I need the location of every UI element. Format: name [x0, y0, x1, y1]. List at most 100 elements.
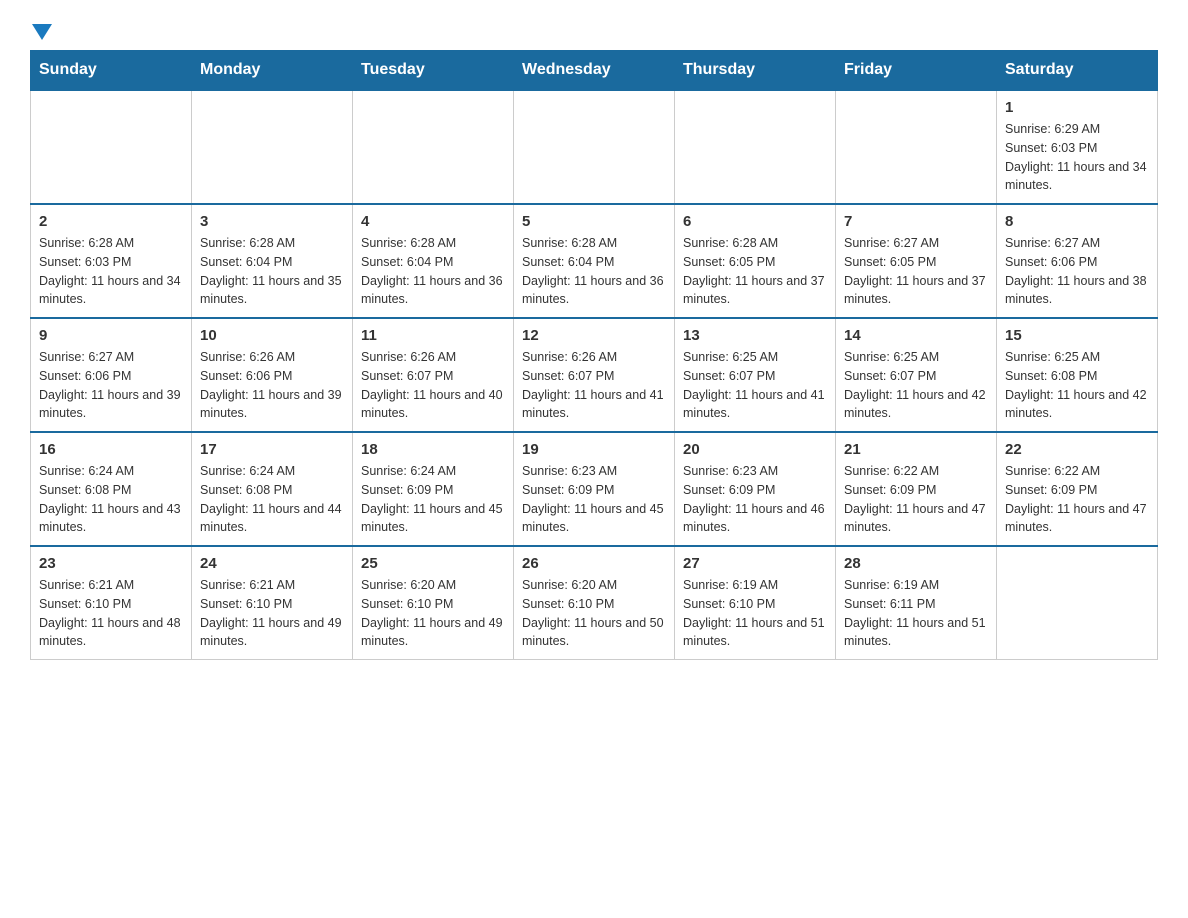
calendar-cell: 18 Sunrise: 6:24 AMSunset: 6:09 PMDayligh… — [353, 432, 514, 546]
day-info: Sunrise: 6:24 AMSunset: 6:09 PMDaylight:… — [361, 462, 505, 537]
calendar-cell: 11 Sunrise: 6:26 AMSunset: 6:07 PMDayligh… — [353, 318, 514, 432]
day-number: 8 — [1005, 213, 1149, 230]
calendar-cell — [997, 546, 1158, 660]
day-info: Sunrise: 6:20 AMSunset: 6:10 PMDaylight:… — [361, 576, 505, 651]
day-info: Sunrise: 6:22 AMSunset: 6:09 PMDaylight:… — [844, 462, 988, 537]
calendar-week-row: 2 Sunrise: 6:28 AMSunset: 6:03 PMDaylight… — [31, 204, 1158, 318]
calendar-cell: 6 Sunrise: 6:28 AMSunset: 6:05 PMDaylight… — [675, 204, 836, 318]
day-number: 10 — [200, 327, 344, 344]
day-info: Sunrise: 6:19 AMSunset: 6:10 PMDaylight:… — [683, 576, 827, 651]
calendar-cell: 25 Sunrise: 6:20 AMSunset: 6:10 PMDayligh… — [353, 546, 514, 660]
day-info: Sunrise: 6:27 AMSunset: 6:06 PMDaylight:… — [1005, 234, 1149, 309]
calendar-cell: 20 Sunrise: 6:23 AMSunset: 6:09 PMDayligh… — [675, 432, 836, 546]
day-number: 2 — [39, 213, 183, 230]
calendar-cell: 27 Sunrise: 6:19 AMSunset: 6:10 PMDayligh… — [675, 546, 836, 660]
calendar-week-row: 16 Sunrise: 6:24 AMSunset: 6:08 PMDayligh… — [31, 432, 1158, 546]
day-number: 17 — [200, 441, 344, 458]
calendar-header-wednesday: Wednesday — [514, 51, 675, 91]
calendar-cell: 8 Sunrise: 6:27 AMSunset: 6:06 PMDaylight… — [997, 204, 1158, 318]
day-number: 4 — [361, 213, 505, 230]
calendar-cell: 16 Sunrise: 6:24 AMSunset: 6:08 PMDayligh… — [31, 432, 192, 546]
logo — [30, 20, 54, 40]
day-info: Sunrise: 6:28 AMSunset: 6:04 PMDaylight:… — [200, 234, 344, 309]
calendar-cell: 21 Sunrise: 6:22 AMSunset: 6:09 PMDayligh… — [836, 432, 997, 546]
day-info: Sunrise: 6:26 AMSunset: 6:07 PMDaylight:… — [522, 348, 666, 423]
day-info: Sunrise: 6:26 AMSunset: 6:07 PMDaylight:… — [361, 348, 505, 423]
day-number: 3 — [200, 213, 344, 230]
day-number: 22 — [1005, 441, 1149, 458]
day-number: 13 — [683, 327, 827, 344]
calendar-header-monday: Monday — [192, 51, 353, 91]
day-number: 14 — [844, 327, 988, 344]
day-number: 27 — [683, 555, 827, 572]
day-number: 15 — [1005, 327, 1149, 344]
calendar-week-row: 9Sunrise: 6:27 AMSunset: 6:06 PMDaylight… — [31, 318, 1158, 432]
calendar-cell: 13 Sunrise: 6:25 AMSunset: 6:07 PMDayligh… — [675, 318, 836, 432]
day-info: Sunrise: 6:21 AMSunset: 6:10 PMDaylight:… — [200, 576, 344, 651]
day-number: 1 — [1005, 99, 1149, 116]
calendar-week-row: 23 Sunrise: 6:21 AMSunset: 6:10 PMDayligh… — [31, 546, 1158, 660]
calendar-cell: 9Sunrise: 6:27 AMSunset: 6:06 PMDaylight… — [31, 318, 192, 432]
calendar-cell: 1Sunrise: 6:29 AMSunset: 6:03 PMDaylight… — [997, 90, 1158, 204]
calendar-cell: 12 Sunrise: 6:26 AMSunset: 6:07 PMDayligh… — [514, 318, 675, 432]
calendar-cell — [192, 90, 353, 204]
day-number: 26 — [522, 555, 666, 572]
day-number: 12 — [522, 327, 666, 344]
day-info: Sunrise: 6:28 AMSunset: 6:04 PMDaylight:… — [361, 234, 505, 309]
calendar-cell: 22 Sunrise: 6:22 AMSunset: 6:09 PMDayligh… — [997, 432, 1158, 546]
day-number: 20 — [683, 441, 827, 458]
day-number: 5 — [522, 213, 666, 230]
calendar-cell: 19 Sunrise: 6:23 AMSunset: 6:09 PMDayligh… — [514, 432, 675, 546]
day-info: Sunrise: 6:24 AMSunset: 6:08 PMDaylight:… — [200, 462, 344, 537]
day-info: Sunrise: 6:28 AMSunset: 6:03 PMDaylight:… — [39, 234, 183, 309]
calendar-cell: 3 Sunrise: 6:28 AMSunset: 6:04 PMDaylight… — [192, 204, 353, 318]
day-number: 19 — [522, 441, 666, 458]
calendar-cell: 2 Sunrise: 6:28 AMSunset: 6:03 PMDaylight… — [31, 204, 192, 318]
calendar-cell: 10 Sunrise: 6:26 AMSunset: 6:06 PMDayligh… — [192, 318, 353, 432]
day-number: 25 — [361, 555, 505, 572]
calendar-table: SundayMondayTuesdayWednesdayThursdayFrid… — [30, 50, 1158, 660]
day-info: Sunrise: 6:28 AMSunset: 6:04 PMDaylight:… — [522, 234, 666, 309]
day-info: Sunrise: 6:22 AMSunset: 6:09 PMDaylight:… — [1005, 462, 1149, 537]
day-info: Sunrise: 6:25 AMSunset: 6:07 PMDaylight:… — [683, 348, 827, 423]
calendar-header-friday: Friday — [836, 51, 997, 91]
logo-area — [30, 20, 54, 40]
calendar-cell: 5 Sunrise: 6:28 AMSunset: 6:04 PMDaylight… — [514, 204, 675, 318]
logo-triangle-icon — [32, 24, 52, 40]
day-number: 11 — [361, 327, 505, 344]
calendar-cell — [353, 90, 514, 204]
day-number: 23 — [39, 555, 183, 572]
day-number: 18 — [361, 441, 505, 458]
calendar-header-saturday: Saturday — [997, 51, 1158, 91]
calendar-week-row: 1Sunrise: 6:29 AMSunset: 6:03 PMDaylight… — [31, 90, 1158, 204]
calendar-cell — [675, 90, 836, 204]
day-number: 21 — [844, 441, 988, 458]
calendar-header-thursday: Thursday — [675, 51, 836, 91]
day-info: Sunrise: 6:27 AMSunset: 6:06 PMDaylight:… — [39, 348, 183, 423]
day-number: 24 — [200, 555, 344, 572]
calendar-cell — [514, 90, 675, 204]
day-info: Sunrise: 6:20 AMSunset: 6:10 PMDaylight:… — [522, 576, 666, 651]
calendar-cell: 4 Sunrise: 6:28 AMSunset: 6:04 PMDaylight… — [353, 204, 514, 318]
calendar-cell: 17 Sunrise: 6:24 AMSunset: 6:08 PMDayligh… — [192, 432, 353, 546]
day-number: 28 — [844, 555, 988, 572]
day-info: Sunrise: 6:19 AMSunset: 6:11 PMDaylight:… — [844, 576, 988, 651]
calendar-header-tuesday: Tuesday — [353, 51, 514, 91]
calendar-header-sunday: Sunday — [31, 51, 192, 91]
day-number: 6 — [683, 213, 827, 230]
day-info: Sunrise: 6:27 AMSunset: 6:05 PMDaylight:… — [844, 234, 988, 309]
calendar-cell — [836, 90, 997, 204]
day-info: Sunrise: 6:23 AMSunset: 6:09 PMDaylight:… — [522, 462, 666, 537]
day-info: Sunrise: 6:24 AMSunset: 6:08 PMDaylight:… — [39, 462, 183, 537]
calendar-cell: 7Sunrise: 6:27 AMSunset: 6:05 PMDaylight… — [836, 204, 997, 318]
calendar-cell: 24 Sunrise: 6:21 AMSunset: 6:10 PMDayligh… — [192, 546, 353, 660]
calendar-cell — [31, 90, 192, 204]
calendar-header-row: SundayMondayTuesdayWednesdayThursdayFrid… — [31, 51, 1158, 91]
day-info: Sunrise: 6:25 AMSunset: 6:07 PMDaylight:… — [844, 348, 988, 423]
day-number: 16 — [39, 441, 183, 458]
calendar-cell: 26 Sunrise: 6:20 AMSunset: 6:10 PMDayligh… — [514, 546, 675, 660]
day-info: Sunrise: 6:26 AMSunset: 6:06 PMDaylight:… — [200, 348, 344, 423]
calendar-cell: 28 Sunrise: 6:19 AMSunset: 6:11 PMDayligh… — [836, 546, 997, 660]
day-info: Sunrise: 6:23 AMSunset: 6:09 PMDaylight:… — [683, 462, 827, 537]
day-info: Sunrise: 6:28 AMSunset: 6:05 PMDaylight:… — [683, 234, 827, 309]
